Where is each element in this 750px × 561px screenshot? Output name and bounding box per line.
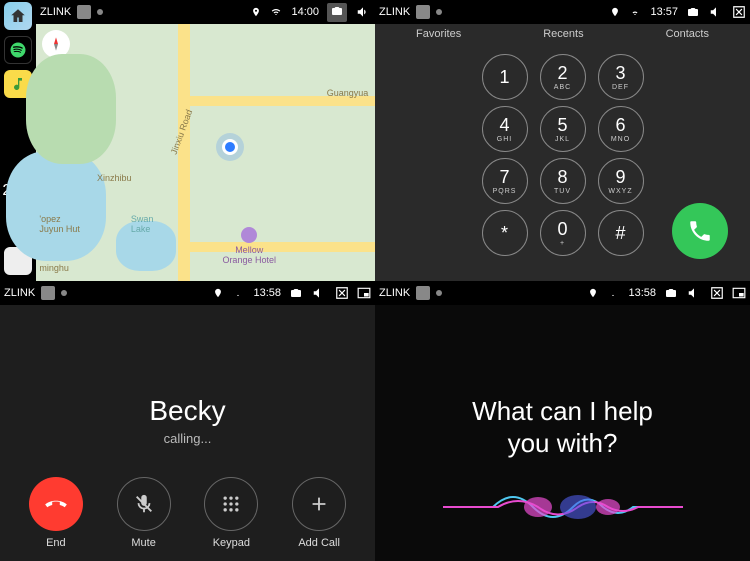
volume-icon[interactable] <box>355 5 371 19</box>
status-dot-icon <box>61 290 67 296</box>
keypad-icon <box>221 494 241 514</box>
camera-icon[interactable] <box>327 3 347 22</box>
dialpad-key-9[interactable]: 9WXYZ <box>598 158 644 204</box>
area-label: 'opez Juyun Hut <box>39 214 80 234</box>
status-time: 13:58 <box>253 287 281 299</box>
status-bar: ZLINK 13:58 <box>0 281 375 305</box>
calling-screen: ZLINK 13:58 Becky calling... End Mute K <box>0 281 375 561</box>
app-name-label: ZLINK <box>4 287 35 299</box>
status-bar: ZLINK 13:58 <box>375 281 750 305</box>
close-box-icon[interactable] <box>335 286 349 300</box>
volume-icon[interactable] <box>311 286 327 300</box>
contact-name: Becky <box>0 395 375 427</box>
app-indicator-icon <box>77 5 91 19</box>
camera-icon[interactable] <box>686 6 700 18</box>
tab-contacts[interactable]: Contacts <box>666 28 709 40</box>
location-icon <box>251 5 261 19</box>
wifi-icon <box>628 6 642 18</box>
mute-button[interactable]: Mute <box>117 477 171 549</box>
app-name-label: ZLINK <box>379 6 410 18</box>
area-label: Guangyua <box>327 88 369 98</box>
status-time: 13:57 <box>650 6 678 18</box>
call-status: calling... <box>0 431 375 446</box>
siri-waveform-icon <box>443 487 683 527</box>
app-name-label: ZLINK <box>379 287 410 299</box>
carplay-app-icon[interactable] <box>4 36 32 64</box>
volume-icon[interactable] <box>686 286 702 300</box>
status-bar: ZLINK 13:57 <box>375 0 750 24</box>
app-indicator-icon <box>416 5 430 19</box>
dialpad-key-5[interactable]: 5JKL <box>540 106 586 152</box>
wifi-icon <box>606 287 620 299</box>
dialpad-key-2[interactable]: 2ABC <box>540 54 586 100</box>
siri-screen: ZLINK 13:58 What can I help you with? <box>375 281 750 561</box>
location-icon <box>213 286 223 300</box>
close-box-icon[interactable] <box>732 5 746 19</box>
plus-icon <box>308 493 330 515</box>
area-label: Xinzhibu <box>97 173 132 183</box>
dialpad-key-1[interactable]: 1 <box>482 54 528 100</box>
dialpad-key-6[interactable]: 6MNO <box>598 106 644 152</box>
dialpad-key-7[interactable]: 7PQRS <box>482 158 528 204</box>
dialpad-key-#[interactable]: # <box>598 210 644 256</box>
app-name-label: ZLINK <box>40 6 71 18</box>
pip-icon[interactable] <box>357 286 371 300</box>
tab-favorites[interactable]: Favorites <box>416 28 461 40</box>
camera-icon[interactable] <box>289 287 303 299</box>
mute-icon <box>133 493 155 515</box>
dialpad-key-3[interactable]: 3DEF <box>598 54 644 100</box>
keypad-button[interactable]: Keypad <box>204 477 258 549</box>
end-call-button[interactable]: End <box>29 477 83 549</box>
call-controls: End Mute Keypad Add Call <box>0 477 375 549</box>
volume-icon[interactable] <box>708 5 724 19</box>
status-dot-icon <box>97 9 103 15</box>
pip-icon[interactable] <box>732 286 746 300</box>
home-app-icon[interactable] <box>4 2 32 30</box>
dialpad-key-4[interactable]: 4GHI <box>482 106 528 152</box>
location-icon <box>588 286 598 300</box>
status-time: 14:00 <box>291 6 319 18</box>
add-call-button[interactable]: Add Call <box>292 477 346 549</box>
wifi-icon <box>269 6 283 18</box>
current-location-icon <box>222 139 238 155</box>
app-indicator-icon <box>41 286 55 300</box>
map-screen: 2:00 ZLINK 14:00 <box>0 0 375 281</box>
dialer-screen: ZLINK 13:57 Favorites Recents Contacts 1… <box>375 0 750 281</box>
app-indicator-icon <box>416 286 430 300</box>
call-button[interactable] <box>672 203 728 259</box>
dialpad-key-*[interactable]: * <box>482 210 528 256</box>
status-time: 13:58 <box>628 287 656 299</box>
tab-recents[interactable]: Recents <box>543 28 583 40</box>
location-icon <box>610 5 620 19</box>
area-label: minghu <box>39 263 69 273</box>
wifi-icon <box>231 287 245 299</box>
map-view[interactable]: Jinxiu Road Xinzhibu 'opez Juyun Hut Swa… <box>36 24 375 281</box>
siri-prompt: What can I help you with? <box>375 395 750 460</box>
phone-down-icon <box>43 491 69 517</box>
status-dot-icon <box>436 290 442 296</box>
status-bar: ZLINK 14:00 <box>36 0 375 24</box>
camera-icon[interactable] <box>664 287 678 299</box>
dialpad-key-8[interactable]: 8TUV <box>540 158 586 204</box>
dialpad-key-0[interactable]: 0+ <box>540 210 586 256</box>
hotel-poi[interactable]: Mellow Orange Hotel <box>222 227 276 265</box>
phone-tabs: Favorites Recents Contacts <box>375 24 750 48</box>
status-dot-icon <box>436 9 442 15</box>
close-box-icon[interactable] <box>710 286 724 300</box>
contact-info: Becky calling... <box>0 395 375 446</box>
lake-label: Swan Lake <box>131 214 154 234</box>
